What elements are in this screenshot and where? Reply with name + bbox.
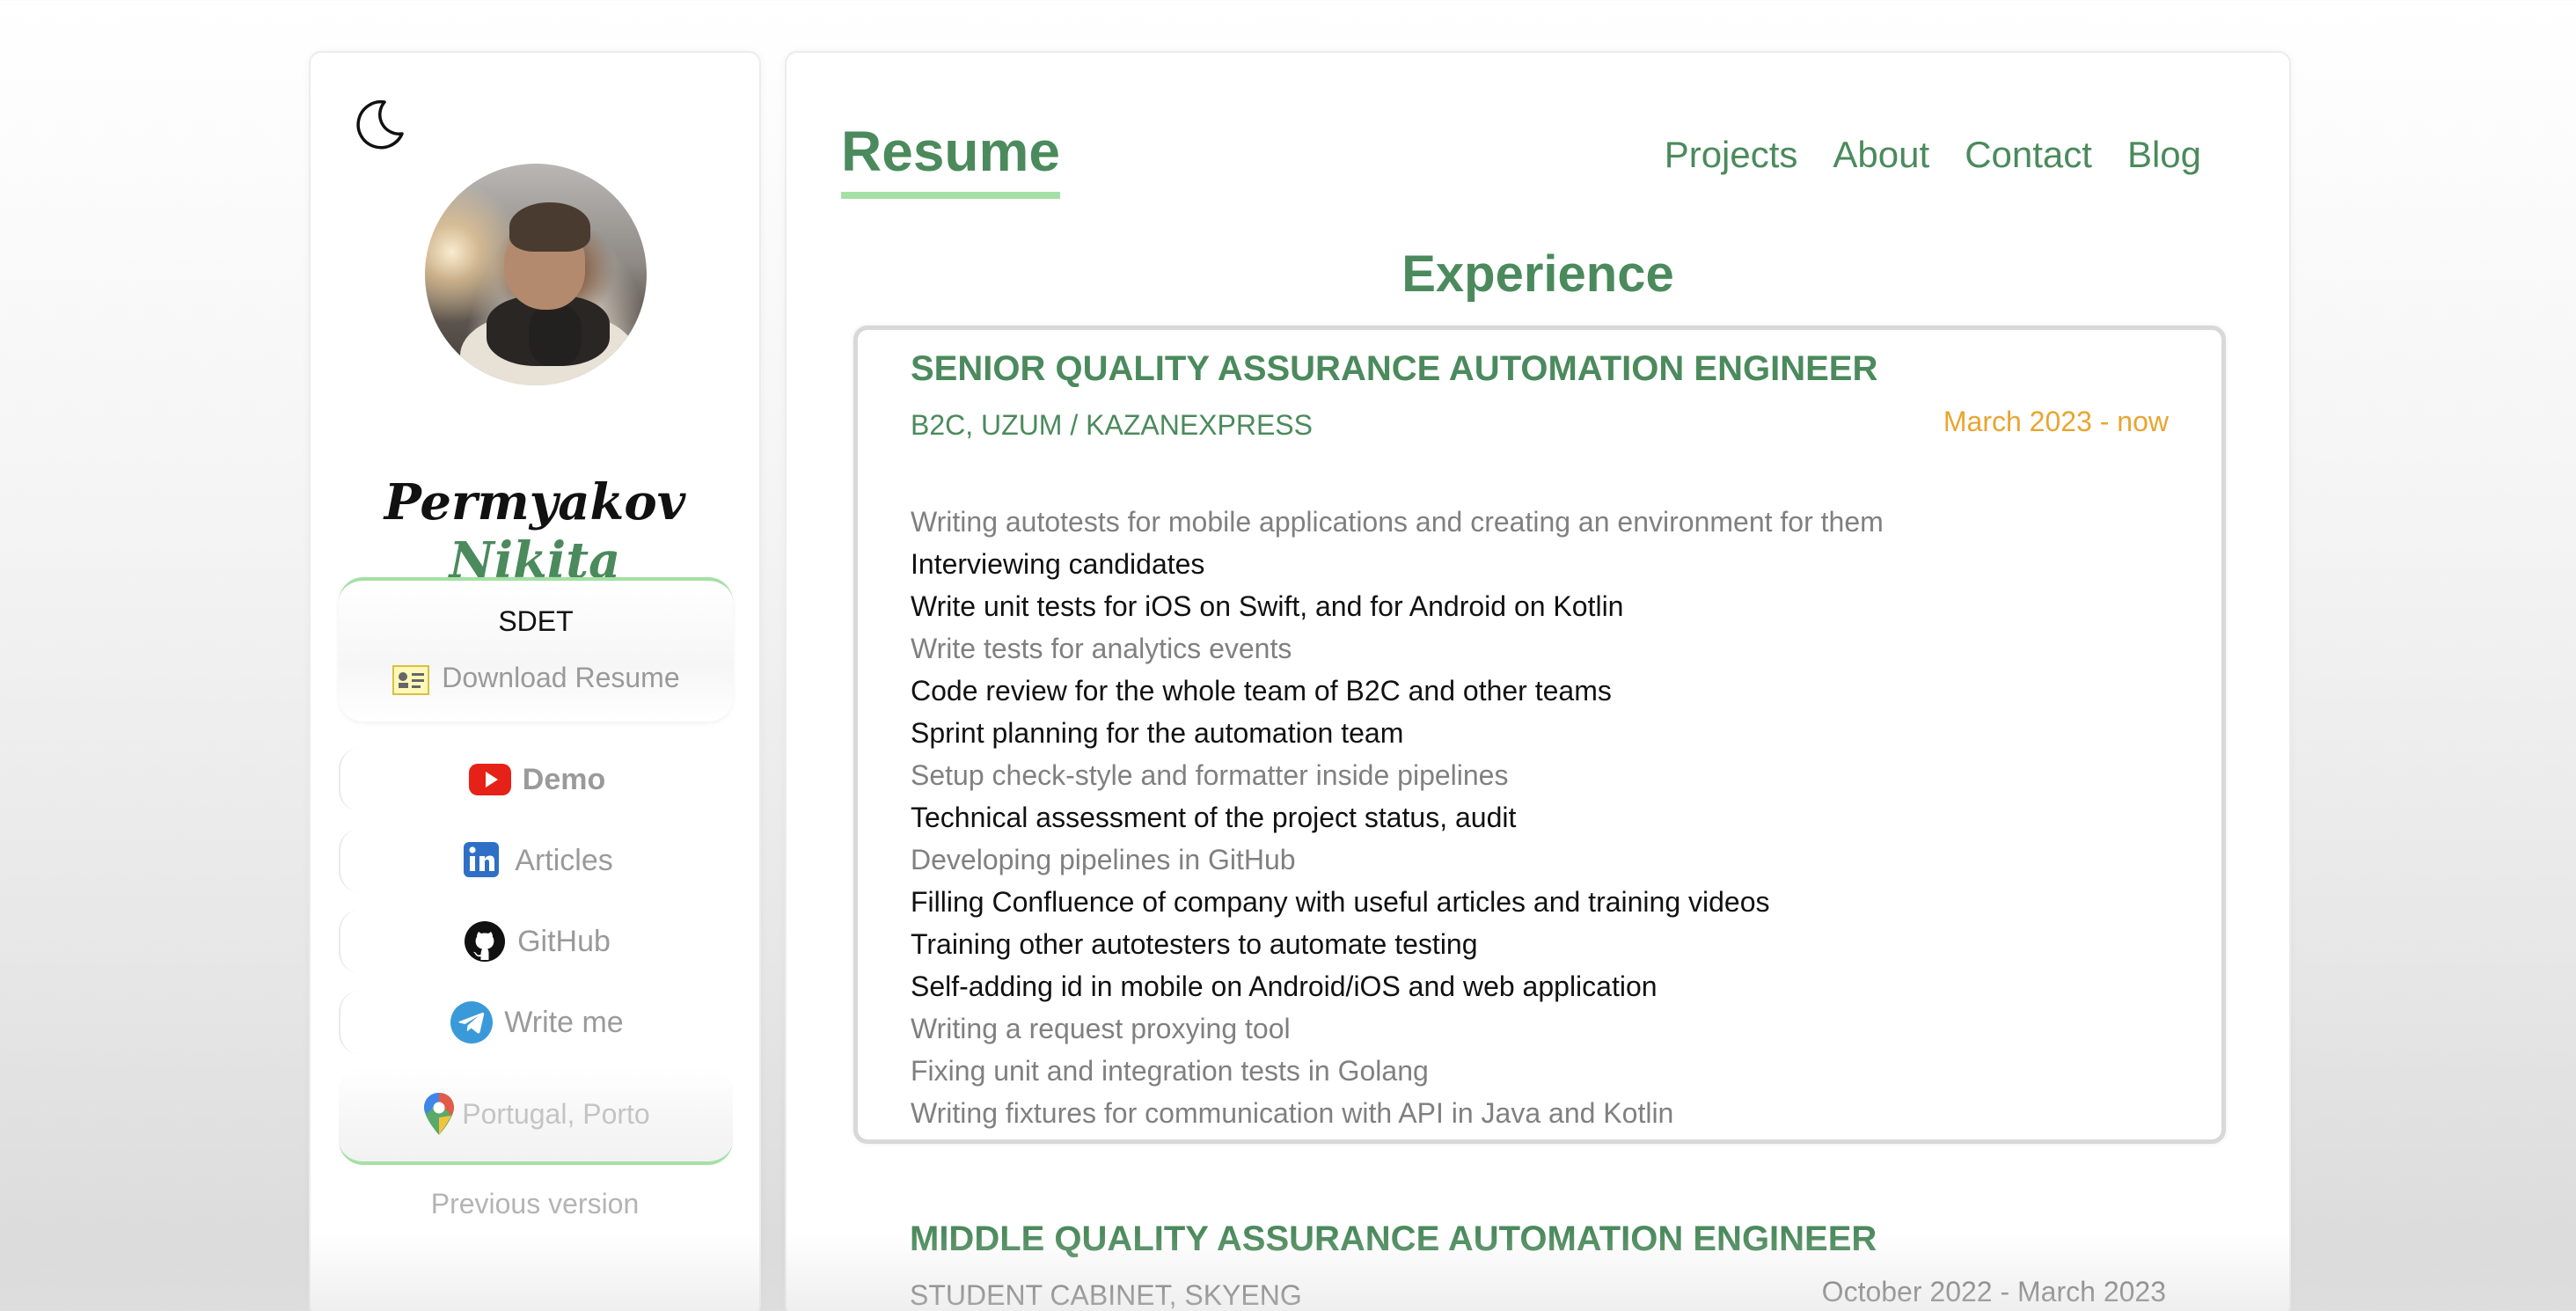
job-company: B2C, UZUM / KAZANEXPRESS (911, 409, 1313, 441)
job-title: MIDDLE QUALITY ASSURANCE AUTOMATION ENGI… (910, 1219, 1877, 1258)
duty-item: Interviewing candidates (911, 548, 1205, 580)
github-icon (465, 921, 506, 962)
job-period: March 2023 - now (1943, 406, 2169, 437)
job-card: SENIOR QUALITY ASSURANCE AUTOMATION ENGI… (853, 326, 2226, 1144)
nav-blog[interactable]: Blog (2127, 134, 2201, 176)
duties-list: Writing autotests for mobile application… (911, 501, 1884, 1134)
duty-item: Technical assessment of the project stat… (911, 802, 1517, 833)
name-first: Permyakov (384, 473, 686, 531)
location-card: Portugal, Porto (339, 1066, 733, 1165)
role-card: SDET Download Resume (339, 577, 733, 721)
profile-name: Permyakov Nikita (311, 473, 759, 590)
brand-title[interactable]: Resume (841, 120, 1060, 199)
duty-item: Fixing unit and integration tests in Gol… (911, 1055, 1429, 1087)
write-me-link[interactable]: Write me (339, 991, 733, 1054)
github-link[interactable]: GitHub (339, 910, 733, 973)
download-resume-link[interactable]: Download Resume (339, 662, 733, 698)
location-label: Portugal, Porto (462, 1097, 650, 1130)
resume-file-icon (392, 664, 430, 695)
nav-projects[interactable]: Projects (1665, 134, 1798, 176)
duty-item: Write tests for analytics events (911, 633, 1292, 664)
job-title: SENIOR QUALITY ASSURANCE AUTOMATION ENGI… (911, 349, 1878, 388)
demo-label: Demo (522, 762, 606, 796)
duty-item: Self-adding id in mobile on Android/iOS … (911, 970, 1658, 1002)
sidebar: Permyakov Nikita SDET Download Resume De… (309, 51, 761, 1311)
duty-item: Training other autotesters to automate t… (911, 928, 1478, 960)
download-resume-label: Download Resume (442, 662, 680, 693)
nav-about[interactable]: About (1833, 134, 1929, 176)
articles-label: Articles (515, 843, 613, 877)
nav-contact[interactable]: Contact (1965, 134, 2092, 176)
duty-item: Sprint planning for the automation team (911, 717, 1404, 749)
previous-version-link[interactable]: Previous version (311, 1188, 759, 1220)
role-label: SDET (498, 605, 574, 637)
articles-link[interactable]: Articles (339, 829, 733, 892)
duty-item: Writing a request proxying tool (911, 1013, 1291, 1044)
duty-item: Setup check-style and formatter inside p… (911, 759, 1509, 791)
duty-item: Writing fixtures for communication with … (911, 1097, 1674, 1129)
top-nav: Projects About Contact Blog (1665, 134, 2201, 176)
write-me-label: Write me (504, 1005, 624, 1039)
duty-item: Writing autotests for mobile application… (911, 506, 1884, 538)
duty-item: Developing pipelines in GitHub (911, 844, 1296, 875)
moon-icon[interactable] (351, 95, 407, 151)
telegram-icon (450, 1001, 494, 1044)
github-label: GitHub (517, 924, 611, 958)
youtube-icon (468, 764, 511, 795)
duty-item: Code review for the whole team of B2C an… (911, 675, 1612, 707)
demo-link[interactable]: Demo (339, 748, 733, 811)
job-period: October 2022 - March 2023 (1821, 1276, 2166, 1307)
linkedin-icon (464, 842, 500, 877)
duty-item: Filling Confluence of company with usefu… (911, 886, 1770, 918)
main-content: Resume Projects About Contact Blog Exper… (785, 51, 2291, 1311)
duty-item: Write unit tests for iOS on Swift, and f… (911, 590, 1624, 622)
avatar (425, 164, 647, 385)
section-title: Experience (1401, 245, 1674, 303)
job-company: STUDENT CABINET, SKYENG (910, 1279, 1302, 1311)
map-pin-icon (424, 1093, 455, 1135)
